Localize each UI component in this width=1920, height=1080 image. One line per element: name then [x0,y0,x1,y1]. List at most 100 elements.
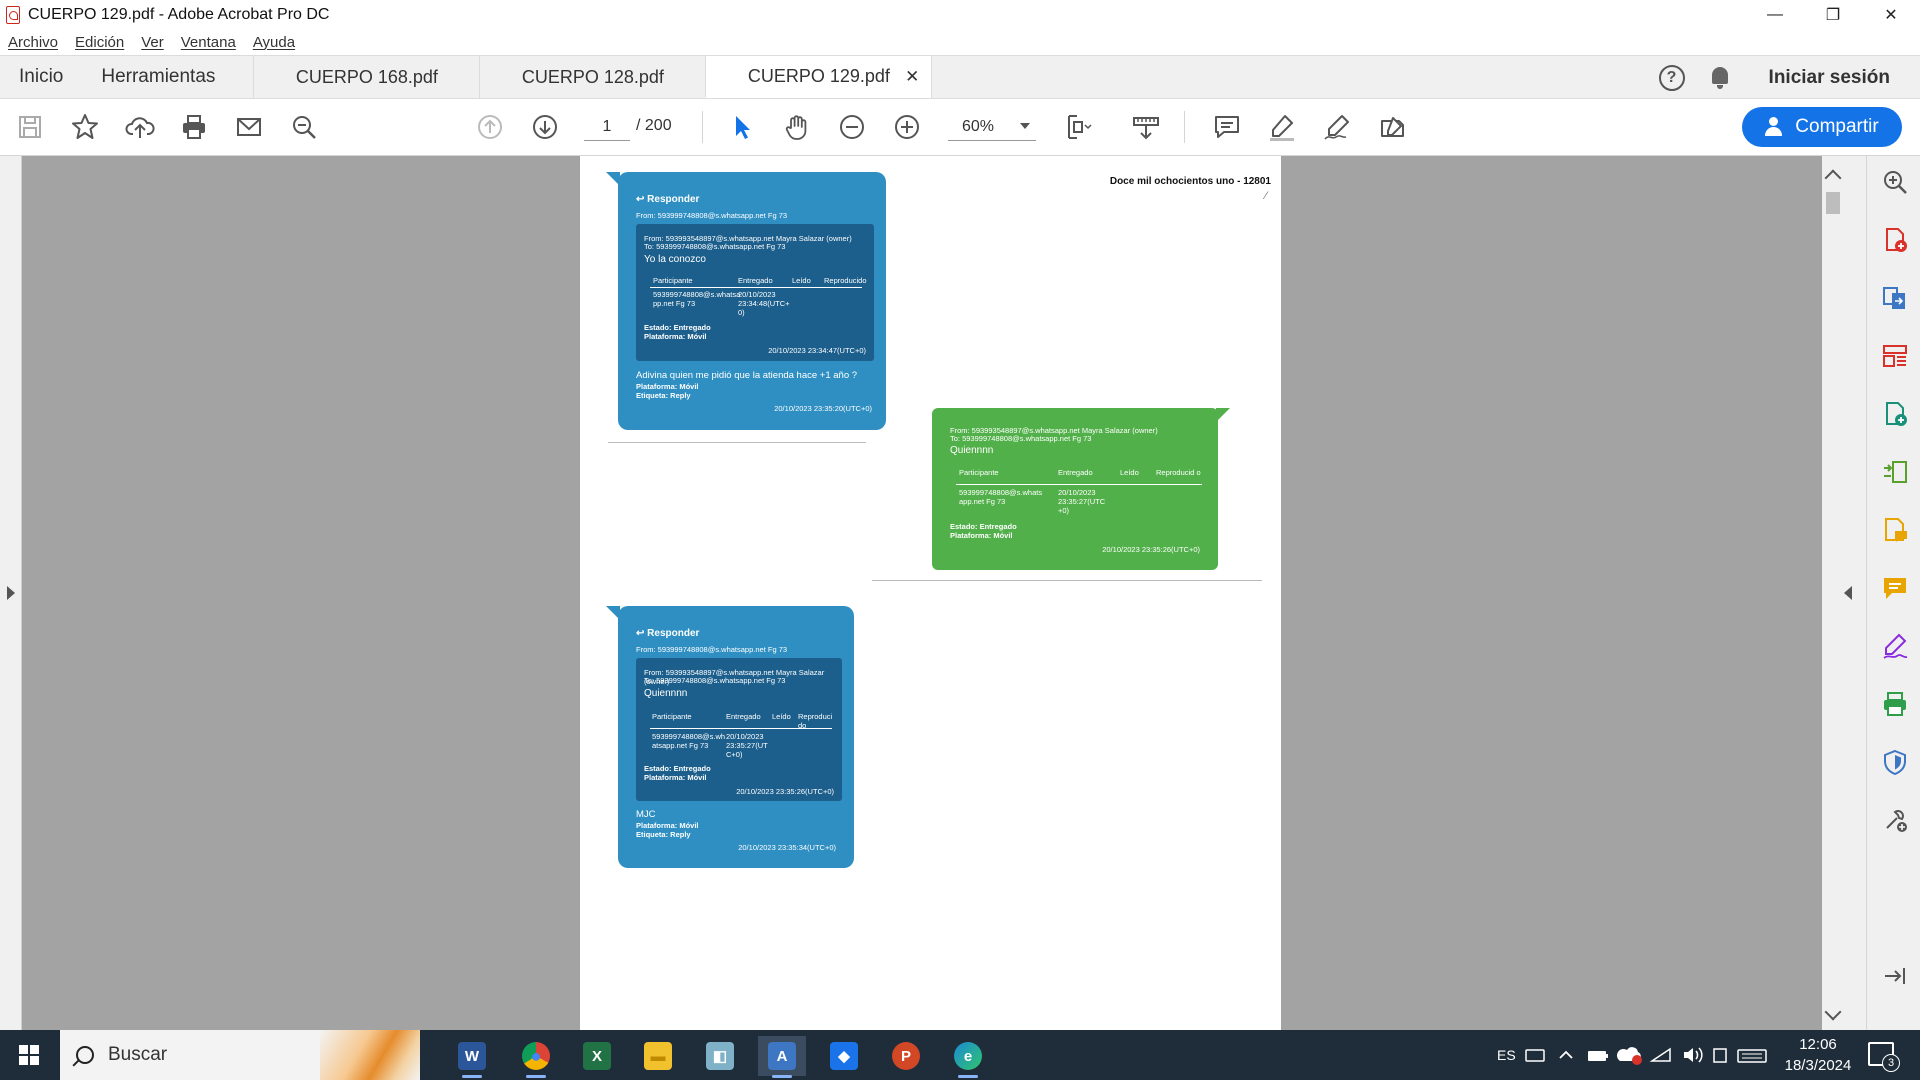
upload-cloud-icon[interactable] [124,111,156,143]
highlight-icon[interactable] [1266,111,1298,143]
email-icon[interactable] [233,111,265,143]
tab-document-128[interactable]: CUERPO 128.pdf [479,56,705,98]
page-total: / 200 [636,117,672,134]
next-page-icon[interactable] [529,111,561,143]
tab-label: CUERPO 128.pdf [521,66,664,87]
sign-pen-icon[interactable] [1321,111,1353,143]
hand-tool-icon[interactable] [781,111,813,143]
fit-page-icon[interactable] [1062,111,1094,143]
acrobat-doc-icon: A [768,1042,796,1070]
scan-print-icon[interactable] [1881,690,1909,718]
tab-document-129[interactable]: CUERPO 129.pdf ✕ [705,56,932,98]
select-cursor-icon[interactable] [726,111,758,143]
comment-panel-icon[interactable] [1881,516,1909,544]
share-button[interactable]: Compartir [1742,107,1902,147]
notification-center-icon[interactable]: 3 [1868,1042,1900,1072]
excel-taskbar-icon[interactable]: X [573,1036,621,1076]
export-pdf-icon[interactable] [1881,284,1909,312]
zoom-search-icon[interactable] [1881,168,1909,196]
combine-files-icon[interactable] [1881,458,1909,486]
system-clock[interactable]: 12:06 18/3/2024 [1770,1034,1866,1076]
close-tab-icon[interactable]: ✕ [905,67,919,87]
powerpoint-taskbar-icon[interactable]: P [882,1036,930,1076]
right-panel-toggle-icon[interactable] [1844,586,1852,600]
notes-taskbar-icon[interactable]: ◧ [696,1036,744,1076]
bell-icon[interactable] [1709,66,1731,90]
protect-shield-icon[interactable] [1881,748,1909,776]
scroll-thumb[interactable] [1826,192,1840,214]
menu-ayuda[interactable]: Ayuda [253,34,295,51]
table-header-participante: Participante [652,712,692,721]
vertical-scrollbar[interactable] [1822,156,1844,1030]
message-divider [872,580,1262,581]
menu-ver[interactable]: Ver [141,34,164,51]
scroll-mode-icon[interactable] [1130,111,1162,143]
menu-ventana[interactable]: Ventana [181,34,236,51]
tools-panel [1866,156,1920,1030]
minimize-button[interactable]: — [1746,0,1804,29]
search-zoom-icon[interactable] [288,111,320,143]
zoom-in-icon[interactable] [891,111,923,143]
edge-taskbar-icon[interactable]: e [944,1036,992,1078]
scroll-up-icon[interactable] [1824,169,1842,187]
close-button[interactable]: ✕ [1862,0,1920,29]
word-icon: W [458,1042,486,1070]
page-number-input[interactable] [584,113,630,141]
message-divider [608,442,866,443]
acrobat-taskbar-icon[interactable]: A [758,1036,806,1078]
scroll-down-icon[interactable] [1824,1003,1842,1021]
document-viewport[interactable]: Doce mil ochocientos uno - 12801 ⁄ ↩ Res… [22,156,1822,1030]
table-header-leido: Leído [1120,468,1139,477]
create-pdf-icon[interactable] [1881,226,1909,254]
fill-sign-icon[interactable] [1881,632,1909,660]
chrome-icon: ● [522,1042,550,1070]
menu-archivo[interactable]: Archivo [8,34,58,51]
comment-icon[interactable] [1211,111,1243,143]
organize-pages-icon[interactable] [1881,342,1909,370]
edit-pdf-icon[interactable] [1881,400,1909,428]
edit-document-icon[interactable] [1376,111,1408,143]
message-text: Quiennnn [950,445,994,456]
table-header-leido: Leído [792,276,811,285]
table-cell-delivered: 20/10/2023 23:35:27(UTC +0) [1058,488,1106,515]
file-explorer-taskbar-icon[interactable]: ▬ [634,1036,682,1076]
table-header-entregado: Entregado [738,276,773,285]
message-timestamp: 20/10/2023 23:35:20(UTC+0) [774,404,872,413]
tab-inicio[interactable]: Inicio [0,56,82,98]
chrome-taskbar-icon[interactable]: ● [512,1036,560,1078]
language-indicator[interactable]: ES [1497,1030,1516,1080]
pdf-page: Doce mil ochocientos uno - 12801 ⁄ ↩ Res… [580,156,1281,1030]
notes-icon: ◧ [706,1042,734,1070]
message-etiqueta: Etiqueta: Reply [636,830,691,839]
previous-page-icon[interactable] [474,111,506,143]
left-panel-toggle[interactable] [0,156,22,1030]
comment-icon[interactable] [1881,574,1909,602]
table-rule [956,484,1202,485]
menu-edicion[interactable]: Edición [75,34,124,51]
word-taskbar-icon[interactable]: W [448,1036,496,1078]
chat-bubble-sent: From: 593993548897@s.whatsapp.net Mayra … [932,408,1230,570]
taskbar-search[interactable]: Buscar [60,1030,420,1080]
table-rule [650,728,832,729]
table-header-participante: Participante [959,468,999,477]
collapse-panel-icon[interactable] [1881,962,1909,990]
zoom-level-select[interactable]: 60% [948,113,1036,141]
message-estado: Estado: Entregado [950,522,1017,531]
clock-date: 18/3/2024 [1784,1057,1852,1074]
quote-message-text: Quiennnn [644,688,688,699]
message-plataforma: Plataforma: Móvil [636,382,699,391]
tab-herramientas[interactable]: Herramientas [82,56,253,98]
save-icon[interactable] [14,111,46,143]
print-icon[interactable] [178,111,210,143]
tab-document-168[interactable]: CUERPO 168.pdf [253,56,479,98]
help-icon[interactable]: ? [1658,65,1685,91]
defender-taskbar-icon[interactable]: ◆ [820,1036,868,1076]
start-button[interactable] [0,1030,58,1080]
zoom-out-icon[interactable] [836,111,868,143]
reply-label: Responder [647,628,700,639]
more-tools-icon[interactable] [1881,806,1909,834]
bubble-tail [606,172,620,186]
star-icon[interactable] [69,111,101,143]
restore-button[interactable]: ❐ [1804,0,1862,29]
sign-in-button[interactable]: Iniciar sesión [1769,67,1890,89]
